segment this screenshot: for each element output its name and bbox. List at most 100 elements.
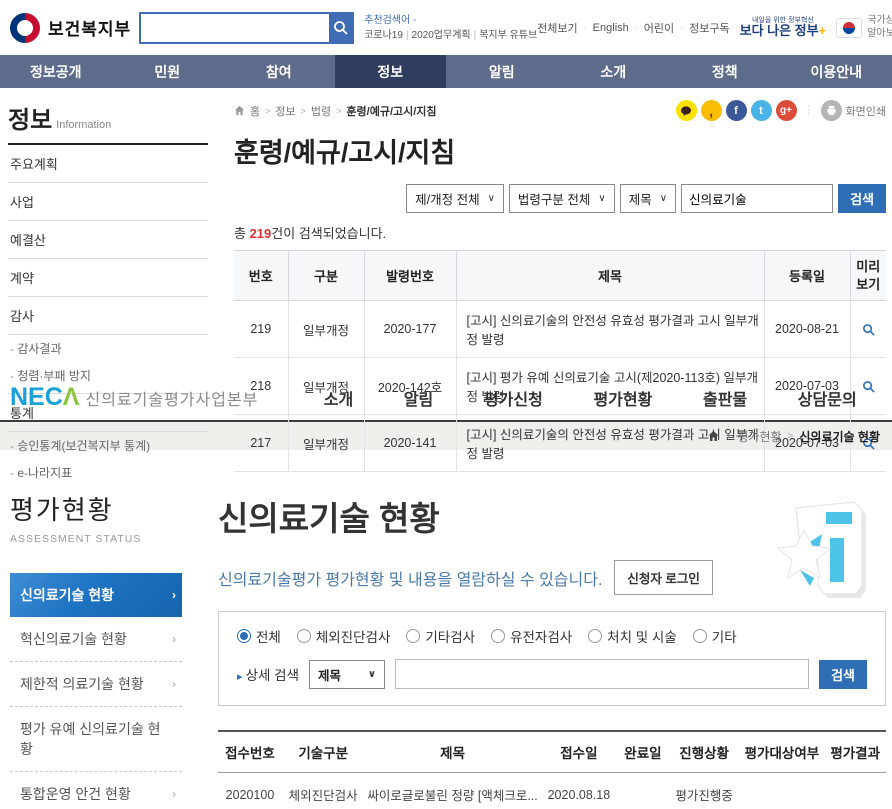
lnb-item-innovative[interactable]: 혁신의료기술 현황› (10, 617, 182, 662)
nav-item-guide[interactable]: 이용안내 (781, 55, 892, 88)
home-icon[interactable] (707, 430, 720, 442)
top-search-input[interactable] (141, 14, 329, 42)
nav-item-info[interactable]: 정보 (335, 55, 447, 88)
lnb-item-limited[interactable]: 제한적 의료기술 현황› (10, 662, 182, 707)
nav-item-participation[interactable]: 참여 (223, 55, 335, 88)
law-search-button[interactable]: 검색 (838, 184, 886, 213)
neca-nav: 소개 알림 평가신청 평가현황 출판물 상담문의 (298, 386, 882, 410)
neca-nav-news[interactable]: 알림 (404, 386, 433, 410)
detail-search-row: 상세 검색 제목∨ 검색 (237, 659, 867, 689)
utility-link-english[interactable]: English (593, 22, 629, 34)
recommend-term[interactable]: 코로나19 (364, 30, 403, 41)
sidebar-item-plans[interactable]: 주요계획 (8, 145, 208, 183)
result-count: 총 219건이 검색되었습니다. (234, 223, 886, 242)
lnb-item-deferred[interactable]: 평가 유예 신의료기술 현황 (10, 707, 182, 772)
chevron-down-icon: ∨ (488, 193, 495, 204)
preview-magnifier-icon[interactable] (854, 323, 884, 336)
neca-breadcrumb-status[interactable]: 평가현황 (737, 428, 781, 445)
radio-icon (693, 629, 707, 643)
neca-nav-about[interactable]: 소개 (324, 386, 353, 410)
neca-nav-contact[interactable]: 상담문의 (798, 386, 857, 410)
category-radio-group: 전체 체외진단검사 기타검사 유전자검사 (237, 626, 867, 646)
chevron-right-icon: › (172, 632, 176, 646)
col-category: 기술구분 (282, 731, 364, 773)
twitter-icon[interactable]: t (751, 100, 772, 121)
chevron-down-icon: ∨ (660, 193, 667, 204)
utility-link-subscribe[interactable]: 정보구독 (689, 20, 729, 36)
googleplus-icon[interactable]: g+ (776, 100, 797, 121)
lnb-item-integrated[interactable]: 통합운영 안건 현황› (10, 772, 182, 809)
neca-nav-apply[interactable]: 평가신청 (484, 386, 543, 410)
utility-link-all[interactable]: 전체보기 (537, 20, 577, 36)
breadcrumb-home[interactable]: 홈 (250, 103, 260, 119)
sidebar-item-contract[interactable]: 계약 (8, 259, 208, 297)
mohw-logo[interactable]: 보건복지부 (10, 13, 131, 43)
sidebar-item-approved-stats[interactable]: 승인통계(보건복지부 통계) (8, 432, 208, 459)
tech-link[interactable]: 싸이로글로불린 정량 [액체크로... (367, 789, 537, 803)
neca-caret-glyph: Λ (63, 383, 80, 411)
kakao-talk-icon[interactable] (676, 100, 697, 121)
lnb-item-new-tech[interactable]: 신의료기술 현황› (10, 573, 182, 617)
radio-all[interactable]: 전체 (237, 626, 281, 646)
korea-flag-icon (836, 18, 862, 38)
facebook-icon[interactable]: f (726, 100, 747, 121)
print-button[interactable]: 화면인쇄 (821, 100, 886, 121)
nav-item-about[interactable]: 소개 (558, 55, 670, 88)
utility-link-children[interactable]: 어린이 (644, 20, 674, 36)
col-type: 구분 (288, 251, 364, 301)
nav-item-policy[interactable]: 정책 (669, 55, 781, 88)
nav-item-open-info[interactable]: 정보공개 (0, 55, 112, 88)
sidebar-item-audit[interactable]: 감사 (8, 297, 208, 335)
neca-content: 평가현황 ASSESSMENT STATUS 신의료기술 현황› 혁신의료기술 … (0, 450, 892, 809)
detail-field-select[interactable]: 제목∨ (309, 660, 385, 689)
radio-gene-test[interactable]: 유전자검사 (491, 626, 572, 646)
sidebar-item-budget[interactable]: 예결산 (8, 221, 208, 259)
breadcrumb-info[interactable]: 정보 (275, 103, 295, 119)
field-select[interactable]: 제목∨ (620, 184, 676, 213)
radio-icon (491, 629, 505, 643)
radio-etc[interactable]: 기타 (693, 626, 737, 646)
neca-sidebar: 평가현황 ASSESSMENT STATUS 신의료기술 현황› 혁신의료기술 … (10, 490, 190, 809)
sidebar-item-business[interactable]: 사업 (8, 183, 208, 221)
neca-org-name: 신의료기술평가사업본부 (85, 386, 258, 410)
sidebar-item-audit-result[interactable]: 감사결과 (8, 335, 208, 362)
mohw-sidebar: 정보Information 주요계획 사업 예결산 계약 감사 감사결과 청렴·… (8, 100, 208, 375)
home-icon[interactable] (234, 105, 245, 116)
law-filter-row: 제/개정 전체∨ 법령구분 전체∨ 제목∨ 검색 (234, 184, 886, 213)
breadcrumb-law[interactable]: 법령 (311, 103, 331, 119)
page-title: 훈령/예규/고시/지침 (234, 131, 886, 170)
sidebar-item-e-index[interactable]: e-나라지표 (8, 459, 208, 486)
lnb-subtitle: ASSESSMENT STATUS (10, 533, 190, 545)
recommend-term[interactable]: 복지부 유튜브 (479, 30, 537, 41)
keyword-input[interactable] (681, 184, 833, 213)
radio-procedure[interactable]: 처치 및 시술 (588, 626, 677, 646)
col-no: 번호 (234, 251, 288, 301)
recommend-label: 추천검색어 - (364, 13, 537, 28)
law-type-select[interactable]: 법령구분 전체∨ (509, 184, 615, 213)
chevron-right-icon: › (172, 588, 176, 602)
neca-nav-publications[interactable]: 출판물 (703, 386, 747, 410)
better-government-badge[interactable]: 내일을 위한 정부혁신 보다 나은 정부+ (740, 17, 827, 39)
neca-nav-status[interactable]: 평가현황 (593, 386, 652, 410)
notice-link[interactable]: [고시] 신의료기술의 안전성 유효성 평가결과 고시 일부개정 발령 (467, 314, 759, 347)
nav-item-news[interactable]: 알림 (446, 55, 558, 88)
radio-icon (297, 629, 311, 643)
revision-select[interactable]: 제/개정 전체∨ (406, 184, 504, 213)
recommend-term[interactable]: 2020업무계획 (412, 30, 471, 41)
radio-invitro[interactable]: 체외진단검사 (297, 626, 391, 646)
national-symbol-link[interactable]: 국가상징알아보기 (836, 15, 892, 40)
detail-keyword-input[interactable] (395, 659, 809, 689)
tech-3d-icon (770, 490, 882, 608)
radio-other-test[interactable]: 기타검사 (406, 626, 475, 646)
status-search-button[interactable]: 검색 (819, 660, 867, 689)
neca-logo[interactable]: NECΛ 신의료기술평가사업본부 (10, 383, 258, 412)
nav-item-civil[interactable]: 민원 (112, 55, 224, 88)
search-button[interactable] (329, 14, 352, 42)
chevron-right-icon: › (172, 787, 176, 801)
kakao-story-icon[interactable]: , (701, 100, 722, 121)
applicant-login-button[interactable]: 신청자 로그인 (614, 560, 712, 595)
neca-main: 신의료기술 현황 신의료기술평가 평가현황 및 내용을 열람하실 수 있습니다.… (218, 490, 886, 809)
radio-icon (588, 629, 602, 643)
col-complete-date: 완료일 (617, 731, 669, 773)
status-search-panel: 전체 체외진단검사 기타검사 유전자검사 (218, 611, 886, 706)
